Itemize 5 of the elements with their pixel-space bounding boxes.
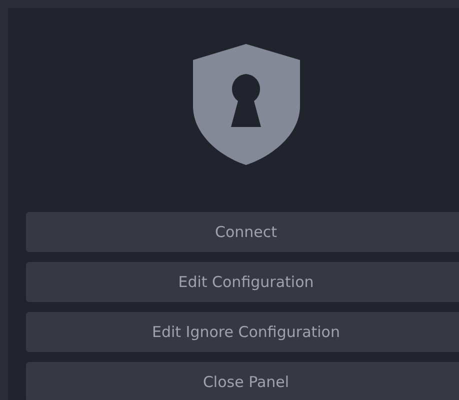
panel-button[interactable]: Edit Ignore Configuration	[26, 312, 459, 352]
panel-button[interactable]: Close Panel	[26, 362, 459, 400]
shield-keyhole-icon	[192, 44, 300, 165]
panel-button[interactable]: Connect	[26, 212, 459, 252]
panel-button[interactable]: Edit Configuration	[26, 262, 459, 302]
